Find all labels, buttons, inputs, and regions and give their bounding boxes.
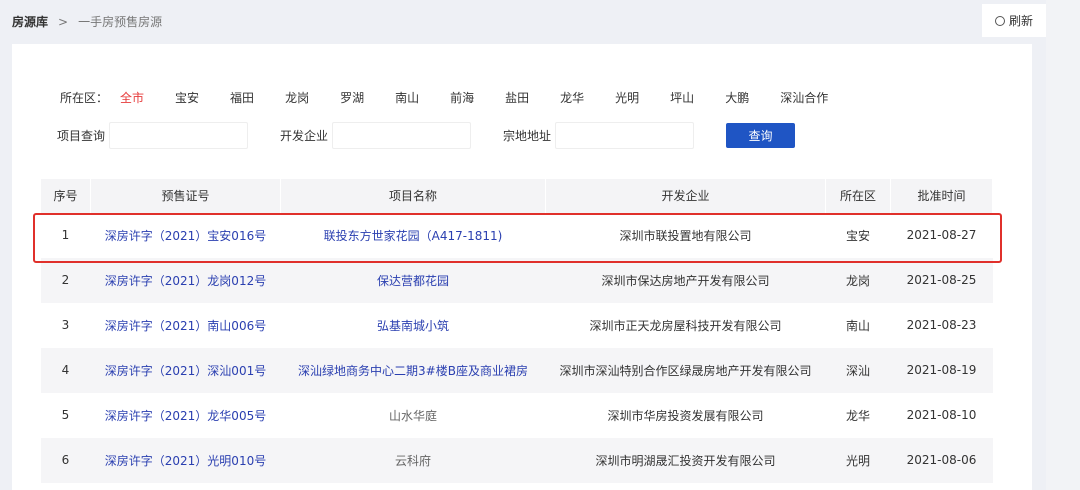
district: 龙华 bbox=[845, 408, 870, 423]
district: 南山 bbox=[845, 318, 870, 333]
district-filter: 所在区： 全市 宝安 福田 龙岗 罗湖 南山 前海 盐田 龙华 光明 坪山 大鹏 深汕合作 bbox=[60, 89, 859, 106]
district-option[interactable]: 福田 bbox=[230, 89, 254, 106]
district-option[interactable]: 盐田 bbox=[505, 89, 529, 106]
column-header: 序号 bbox=[40, 178, 91, 213]
approval-date: 2021-08-06 bbox=[890, 437, 993, 483]
developer: 深圳市华房投资发展有限公司 bbox=[607, 408, 764, 423]
developer-input[interactable] bbox=[332, 122, 472, 149]
developer: 深圳市明湖晟汇投资开发有限公司 bbox=[545, 437, 826, 483]
permit-number[interactable]: 深房许字（2021）宝安016号 bbox=[91, 213, 281, 258]
developer-label: 开发企业 bbox=[280, 129, 329, 143]
row-index: 6 bbox=[40, 437, 91, 483]
row-index: 1 bbox=[61, 228, 70, 242]
approval-date: 2021-08-10 bbox=[906, 408, 977, 422]
project-name[interactable]: 保达营都花园 bbox=[280, 257, 546, 303]
search-bar: 项目查询 开发企业 宗地地址 查询 bbox=[57, 122, 796, 149]
column-header: 开发企业 bbox=[545, 178, 826, 213]
permit-number[interactable]: 深房许字（2021）南山006号 bbox=[91, 303, 281, 348]
table-row[interactable]: 1 深房许字（2021）宝安016号 联投东方世家花园（A417-1811) 深圳市联… bbox=[41, 213, 993, 258]
breadcrumb-separator: > bbox=[58, 14, 69, 29]
row-index: 5 bbox=[61, 408, 70, 422]
project-search-input[interactable] bbox=[109, 122, 249, 149]
district-option[interactable]: 坪山 bbox=[670, 89, 694, 106]
district: 宝安 bbox=[845, 228, 870, 243]
breadcrumb: 房源库 > 一手房预售房源 bbox=[12, 13, 162, 30]
row-index: 2 bbox=[40, 257, 91, 303]
refresh-button[interactable]: 刷新 bbox=[982, 4, 1046, 37]
permit-number[interactable]: 深房许字（2021）龙岗012号 bbox=[90, 257, 281, 303]
address-input[interactable] bbox=[555, 122, 695, 149]
table-row[interactable]: 6 深房许字（2021）光明010号 云科府 深圳市明湖晟汇投资开发有限公司 光明 202… bbox=[40, 437, 993, 483]
project-search-label: 项目查询 bbox=[57, 129, 106, 143]
district-option[interactable]: 深汕合作 bbox=[780, 89, 828, 106]
district-option[interactable]: 龙华 bbox=[560, 89, 584, 106]
search-button[interactable]: 查询 bbox=[726, 123, 796, 148]
district-option[interactable]: 南山 bbox=[395, 89, 419, 106]
district: 深汕 bbox=[825, 347, 891, 393]
project-name[interactable]: 联投东方世家花园（A417-1811) bbox=[281, 213, 546, 258]
district-option[interactable]: 前海 bbox=[450, 89, 474, 106]
refresh-label: 刷新 bbox=[1008, 14, 1033, 28]
column-header: 批准时间 bbox=[890, 178, 993, 213]
approval-date: 2021-08-19 bbox=[890, 347, 993, 393]
table-row[interactable]: 3 深房许字（2021）南山006号 弘基南城小筑 深圳市正天龙房屋科技开发有限公司 南… bbox=[41, 303, 993, 348]
table-row[interactable]: 5 深房许字（2021）龙华005号 山水华庭 深圳市华房投资发展有限公司 龙华 2021… bbox=[41, 393, 993, 438]
district-option[interactable]: 宝安 bbox=[175, 89, 199, 106]
district: 光明 bbox=[825, 437, 891, 483]
row-index: 4 bbox=[40, 347, 91, 393]
district-filter-label: 所在区： bbox=[60, 91, 109, 105]
row-index: 3 bbox=[61, 318, 70, 332]
refresh-icon bbox=[994, 15, 1005, 26]
table-row[interactable]: 4 深房许字（2021）深汕001号 深汕绿地商务中心二期3#楼B座及商业裙房 深圳市… bbox=[40, 347, 993, 393]
approval-date: 2021-08-27 bbox=[906, 228, 977, 242]
approval-date: 2021-08-23 bbox=[906, 318, 977, 332]
district-option[interactable]: 全市 bbox=[120, 89, 144, 106]
permit-number[interactable]: 深房许字（2021）深汕001号 bbox=[90, 347, 281, 393]
table-row[interactable]: 2 深房许字（2021）龙岗012号 保达营都花园 深圳市保达房地产开发有限公司 龙岗 2… bbox=[40, 257, 993, 303]
column-header: 所在区 bbox=[825, 178, 891, 213]
district-option[interactable]: 龙岗 bbox=[285, 89, 309, 106]
project-name[interactable]: 深汕绿地商务中心二期3#楼B座及商业裙房 bbox=[280, 347, 546, 393]
developer: 深圳市保达房地产开发有限公司 bbox=[545, 257, 826, 303]
district: 龙岗 bbox=[825, 257, 891, 303]
project-name: 云科府 bbox=[280, 437, 546, 483]
developer: 深圳市联投置地有限公司 bbox=[619, 228, 752, 243]
right-background bbox=[1046, 0, 1080, 490]
column-header: 预售证号 bbox=[90, 178, 281, 213]
breadcrumb-current: 一手房预售房源 bbox=[78, 15, 163, 29]
project-name: 山水华庭 bbox=[388, 408, 437, 423]
project-name[interactable]: 弘基南城小筑 bbox=[281, 303, 546, 348]
district-option[interactable]: 大鹏 bbox=[725, 89, 749, 106]
district-option[interactable]: 光明 bbox=[615, 89, 639, 106]
column-header: 项目名称 bbox=[280, 178, 546, 213]
breadcrumb-root[interactable]: 房源库 bbox=[12, 13, 48, 30]
developer: 深圳市正天龙房屋科技开发有限公司 bbox=[589, 318, 782, 333]
address-label: 宗地地址 bbox=[503, 129, 552, 143]
approval-date: 2021-08-25 bbox=[890, 257, 993, 303]
permit-number[interactable]: 深房许字（2021）光明010号 bbox=[90, 437, 281, 483]
permit-number[interactable]: 深房许字（2021）龙华005号 bbox=[91, 393, 281, 438]
presale-table: 序号 预售证号 项目名称 开发企业 所在区 批准时间 1 深房许字（2021）宝安016号联… bbox=[40, 178, 993, 483]
developer: 深圳市深汕特别合作区绿晟房地产开发有限公司 bbox=[545, 347, 826, 393]
district-option[interactable]: 罗湖 bbox=[340, 89, 364, 106]
